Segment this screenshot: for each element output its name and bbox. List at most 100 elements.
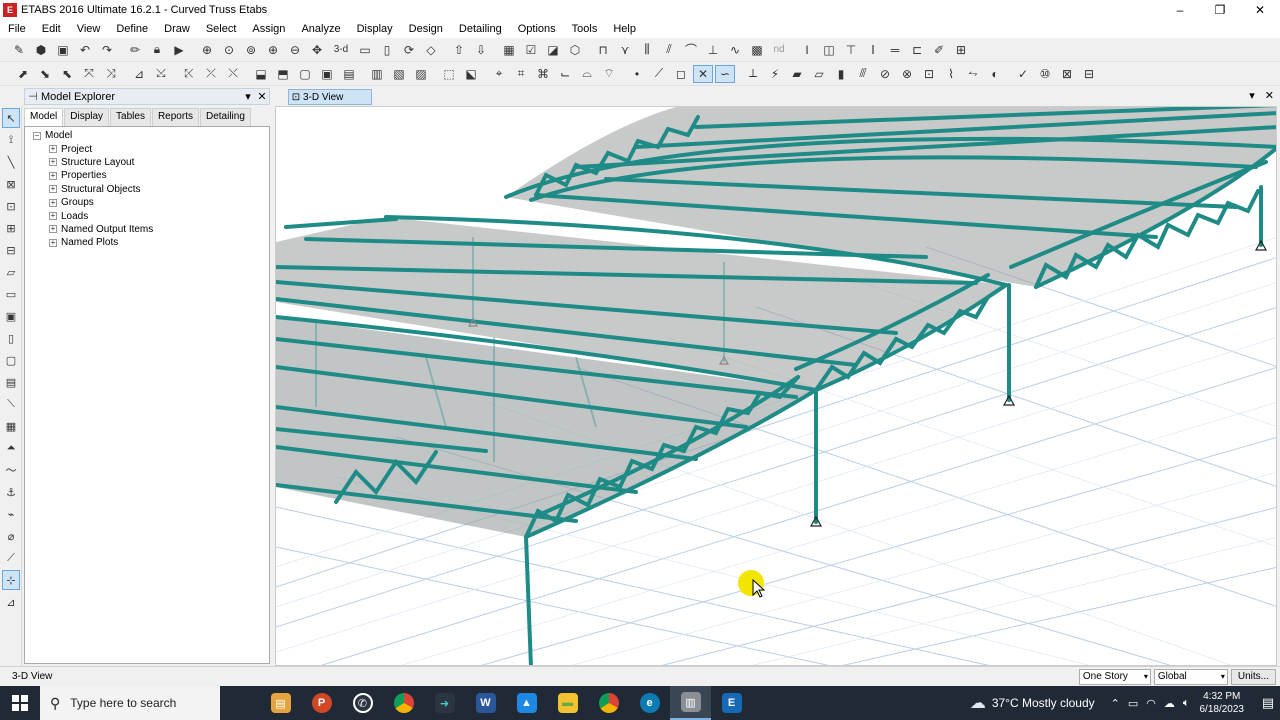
zoom-full-icon[interactable]: ⊙ (219, 41, 239, 59)
assign-frame-icon[interactable]: ⟂ (743, 65, 763, 83)
minimize-button[interactable]: – (1160, 0, 1200, 20)
section-designer-icon[interactable]: ◫ (819, 41, 839, 59)
snap-tool-icon[interactable]: ⟋ (2, 548, 20, 568)
panel-dropdown-icon[interactable]: ▾ (241, 90, 255, 103)
assign-diaphragm-icon[interactable]: ⊗ (897, 65, 917, 83)
select-clr-tool-icon[interactable]: ⌀ (2, 526, 20, 546)
draw-opening-icon[interactable]: ⤪ (179, 65, 199, 83)
menu-define[interactable]: Define (108, 23, 156, 35)
taskbar-app-chrome-icon[interactable] (383, 686, 424, 720)
tab-tables[interactable]: Tables (110, 108, 151, 126)
taskbar-app-photos-icon[interactable]: ▲ (506, 686, 547, 720)
draw-floor-tool-icon[interactable]: ▱ (2, 262, 20, 282)
draw-joints-tool-icon[interactable]: ⟟ (2, 130, 20, 150)
draw-link-icon[interactable]: ⤨ (101, 65, 121, 83)
start-button[interactable] (0, 686, 40, 720)
draw-column-tool-icon[interactable]: ⊠ (2, 174, 20, 194)
extrude-icon[interactable]: ⬡ (565, 41, 585, 59)
draw-grid-icon[interactable]: ▥ (367, 65, 387, 83)
story-select[interactable]: One Story ▾ (1078, 668, 1151, 685)
brace-icon[interactable]: ⋎ (615, 41, 635, 59)
volume-icon[interactable]: 🔈︎ (1183, 697, 1190, 710)
frame-forces-icon[interactable]: ⫼ (637, 41, 657, 59)
column-icon[interactable]: Ⅰ (863, 41, 883, 59)
menu-assign[interactable]: Assign (244, 23, 293, 35)
redo-icon[interactable]: ↷ (97, 41, 117, 59)
select-ps-tool-icon[interactable]: ⌁ (2, 504, 20, 524)
draw-reference-icon[interactable]: ▨ (411, 65, 431, 83)
wall-icon[interactable]: ⊞ (951, 41, 971, 59)
draw-beam-icon[interactable]: ⬊ (35, 65, 55, 83)
menu-display[interactable]: Display (349, 23, 401, 35)
select-all-objects-icon[interactable]: ⌔ (599, 65, 619, 83)
rotate-icon[interactable]: ⟳ (399, 41, 419, 59)
menu-view[interactable]: View (69, 23, 109, 35)
menu-help[interactable]: Help (605, 23, 644, 35)
quick-draw-icon[interactable]: ⬓ (251, 65, 271, 83)
line-snap-icon[interactable]: ⟋ (649, 65, 669, 83)
zoom-out-icon[interactable]: ⊖ (285, 41, 305, 59)
assign-pier-icon[interactable]: ⊡ (919, 65, 939, 83)
assign-mass-icon[interactable]: ◐ (985, 65, 1005, 83)
assign-shell-icon[interactable]: ⚡︎ (765, 65, 785, 83)
select-all-icon[interactable]: ⌘ (533, 65, 553, 83)
select-all-tool-icon[interactable]: ⚓︎ (2, 482, 20, 502)
view-dropdown-icon[interactable]: ▾ (1249, 89, 1255, 102)
frame-icon[interactable]: ⊓ (593, 41, 613, 59)
zoom-window-icon[interactable]: ⊕ (197, 41, 217, 59)
coord-system-select[interactable]: Global ▾ (1153, 668, 1228, 685)
draw-brace-icon[interactable]: ⤧ (79, 65, 99, 83)
zoom-in-icon[interactable]: ⊕ (263, 41, 283, 59)
design-ratio-icon[interactable]: ⑩ (1035, 65, 1055, 83)
cloud-sync-icon[interactable]: ☁ (1164, 697, 1175, 710)
assign-display-icon[interactable]: ☑ (521, 41, 541, 59)
tree-node-groups[interactable]: + Groups (25, 196, 269, 209)
point-snap-icon[interactable]: • (627, 65, 647, 83)
menu-tools[interactable]: Tools (564, 23, 606, 35)
draw-dimension-icon[interactable]: ▧ (389, 65, 409, 83)
assign-link-icon[interactable]: ▰ (787, 65, 807, 83)
snap-grid-tool-icon[interactable]: ⊿ (2, 592, 20, 612)
taskbar-search[interactable]: ⚲ Type here to search (40, 686, 220, 720)
tab-display[interactable]: Display (64, 108, 110, 126)
menu-options[interactable]: Options (510, 23, 564, 35)
nd-button[interactable]: nd (769, 41, 789, 59)
design-detail-icon[interactable]: ⊟ (1079, 65, 1099, 83)
view-close-icon[interactable]: ✕ (1265, 89, 1274, 102)
design-check-icon[interactable]: ✓ (1013, 65, 1033, 83)
quick-stair-icon[interactable]: ▤ (339, 65, 359, 83)
quick-wall-icon[interactable]: ▢ (295, 65, 315, 83)
draw-floor-icon[interactable]: ⊿ (129, 65, 149, 83)
taskbar-app-etabs-active-icon[interactable]: ▥ (670, 686, 711, 720)
draw-secondary-tool-icon[interactable]: ⊟ (2, 240, 20, 260)
select-window-icon[interactable]: ⌗ (511, 65, 531, 83)
deformed-shape-icon[interactable]: ⌒ (681, 41, 701, 59)
menu-edit[interactable]: Edit (34, 23, 69, 35)
beam-icon[interactable]: ⊤ (841, 41, 861, 59)
notification-icon[interactable]: ▤ (1256, 695, 1280, 711)
collapse-icon[interactable]: − (33, 131, 41, 140)
intersection-snap-icon[interactable]: ✕ (693, 64, 713, 83)
draw-rect-floor-tool-icon[interactable]: ▭ (2, 284, 20, 304)
animate-icon[interactable]: ▩ (747, 41, 767, 59)
draw-slab-icon[interactable]: ⤬ (223, 65, 243, 83)
clock[interactable]: 4:32 PM 6/18/2023 (1200, 690, 1245, 716)
undo-icon[interactable]: ↶ (75, 41, 95, 59)
weather-widget[interactable]: ☁ 37°C Mostly cloudy (970, 693, 1095, 713)
panel-close-icon[interactable]: ✕ (255, 90, 269, 103)
line-color-icon[interactable]: ✐ (929, 41, 949, 59)
pencil-icon[interactable]: ✏ (125, 41, 145, 59)
taskbar-app-word-icon[interactable]: W (465, 686, 506, 720)
menu-design[interactable]: Design (401, 23, 451, 35)
draw-wall-tool-icon[interactable]: ▯ (2, 328, 20, 348)
quick-ramp-icon[interactable]: ▣ (317, 65, 337, 83)
taskbar-app-powerpoint-icon[interactable]: P (301, 686, 342, 720)
tree-node-properties[interactable]: + Properties (25, 169, 269, 182)
tree-node-project[interactable]: + Project (25, 142, 269, 155)
taskbar-app-whatsapp-icon[interactable]: ✆ (342, 686, 383, 720)
reactions-icon[interactable]: ⊥ (703, 41, 723, 59)
assign-load-icon[interactable]: ▮ (831, 65, 851, 83)
battery-icon[interactable]: ▭ (1128, 697, 1138, 710)
expand-icon[interactable]: + (49, 238, 57, 247)
mode-shape-icon[interactable]: ∿ (725, 41, 745, 59)
